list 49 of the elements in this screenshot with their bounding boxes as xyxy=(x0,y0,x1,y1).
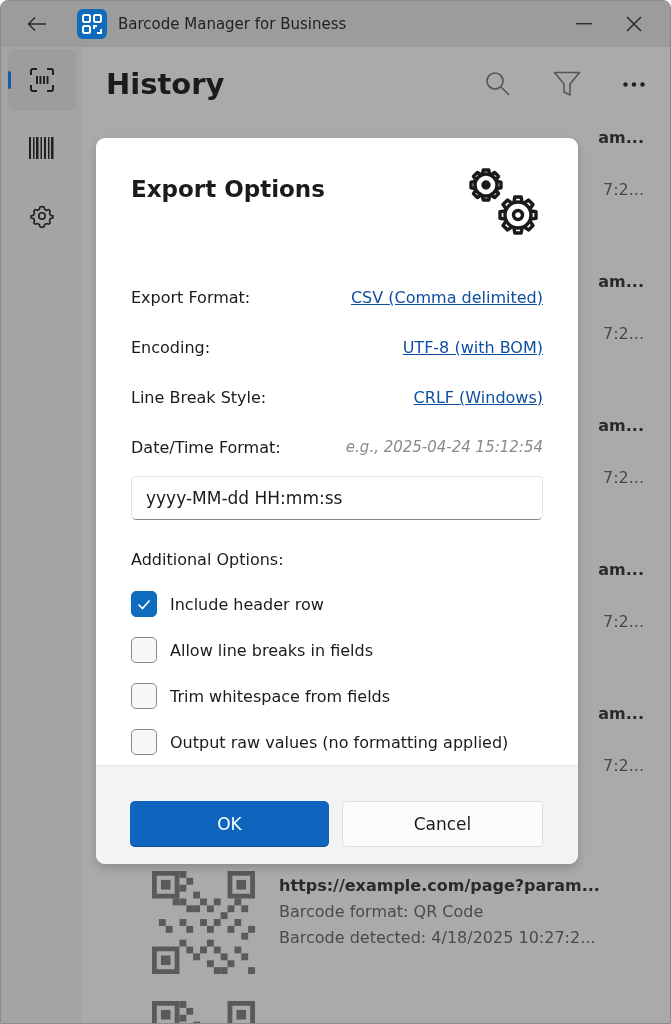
checkbox[interactable] xyxy=(131,729,157,755)
history-item-detail: 7:2... xyxy=(603,755,644,777)
app-logo-icon xyxy=(77,9,107,39)
checkbox-label: Include header row xyxy=(170,594,324,614)
qr-code-icon xyxy=(152,871,255,974)
setting-label: Date/Time Format: xyxy=(131,437,281,457)
scan-icon xyxy=(28,67,55,93)
setting-label: Encoding: xyxy=(131,337,211,357)
settings-icon xyxy=(29,204,54,228)
more-icon[interactable] xyxy=(623,81,645,87)
checkbox-label: Trim whitespace from fields xyxy=(170,686,391,706)
setting-value-link[interactable]: UTF-8 (with BOM) xyxy=(402,337,543,357)
checkbox[interactable] xyxy=(131,683,157,709)
checkbox-label: Allow line breaks in fields xyxy=(170,640,373,660)
history-item-detail: 7:2... xyxy=(603,323,644,345)
history-item-title: am... xyxy=(598,559,644,581)
history-item-detail: 7:2... xyxy=(603,611,644,633)
history-item-title: am... xyxy=(598,127,644,149)
setting-value-link[interactable]: CSV (Comma delimited) xyxy=(350,287,543,307)
checkbox[interactable] xyxy=(131,637,157,663)
checkmark-icon xyxy=(137,598,151,610)
checkbox[interactable] xyxy=(131,591,157,617)
history-item-detail: Barcode detected: 4/18/2025 10:27:2... xyxy=(279,927,597,949)
nav-item[interactable] xyxy=(7,49,76,111)
history-item-title: am... xyxy=(598,703,644,725)
ok-button[interactable]: OK xyxy=(130,801,329,847)
format-example: e.g., 2025-04-24 15:12:54 xyxy=(345,438,543,456)
minimize-icon[interactable] xyxy=(576,23,592,25)
cancel-button[interactable]: Cancel xyxy=(342,801,543,847)
search-icon[interactable] xyxy=(485,71,511,97)
back-arrow-icon[interactable] xyxy=(27,16,47,32)
setting-value-link[interactable]: CRLF (Windows) xyxy=(413,387,543,407)
page-title: History xyxy=(106,67,226,101)
window-title: Barcode Manager for Business xyxy=(118,15,348,33)
setting-label: Line Break Style: xyxy=(131,387,267,407)
close-icon[interactable] xyxy=(626,16,642,32)
history-item-title: https://example.com/page?param... xyxy=(279,875,600,897)
setting-label: Export Format: xyxy=(131,287,251,307)
history-item-title: am... xyxy=(598,271,644,293)
history-item-detail: 7:2... xyxy=(603,467,644,489)
options-heading: Additional Options: xyxy=(131,550,285,569)
date-format-input[interactable]: yyyy-MM-dd HH:mm:ss xyxy=(131,476,543,520)
checkbox-label: Output raw values (no formatting applied) xyxy=(170,732,509,752)
history-item-title: am... xyxy=(598,415,644,437)
dialog-title: Export Options xyxy=(131,176,325,202)
filter-icon[interactable] xyxy=(553,71,581,97)
history-item-detail: 7:2... xyxy=(603,179,644,201)
barcode-icon xyxy=(28,137,55,159)
history-item-detail: Barcode format: QR Code xyxy=(279,901,485,923)
